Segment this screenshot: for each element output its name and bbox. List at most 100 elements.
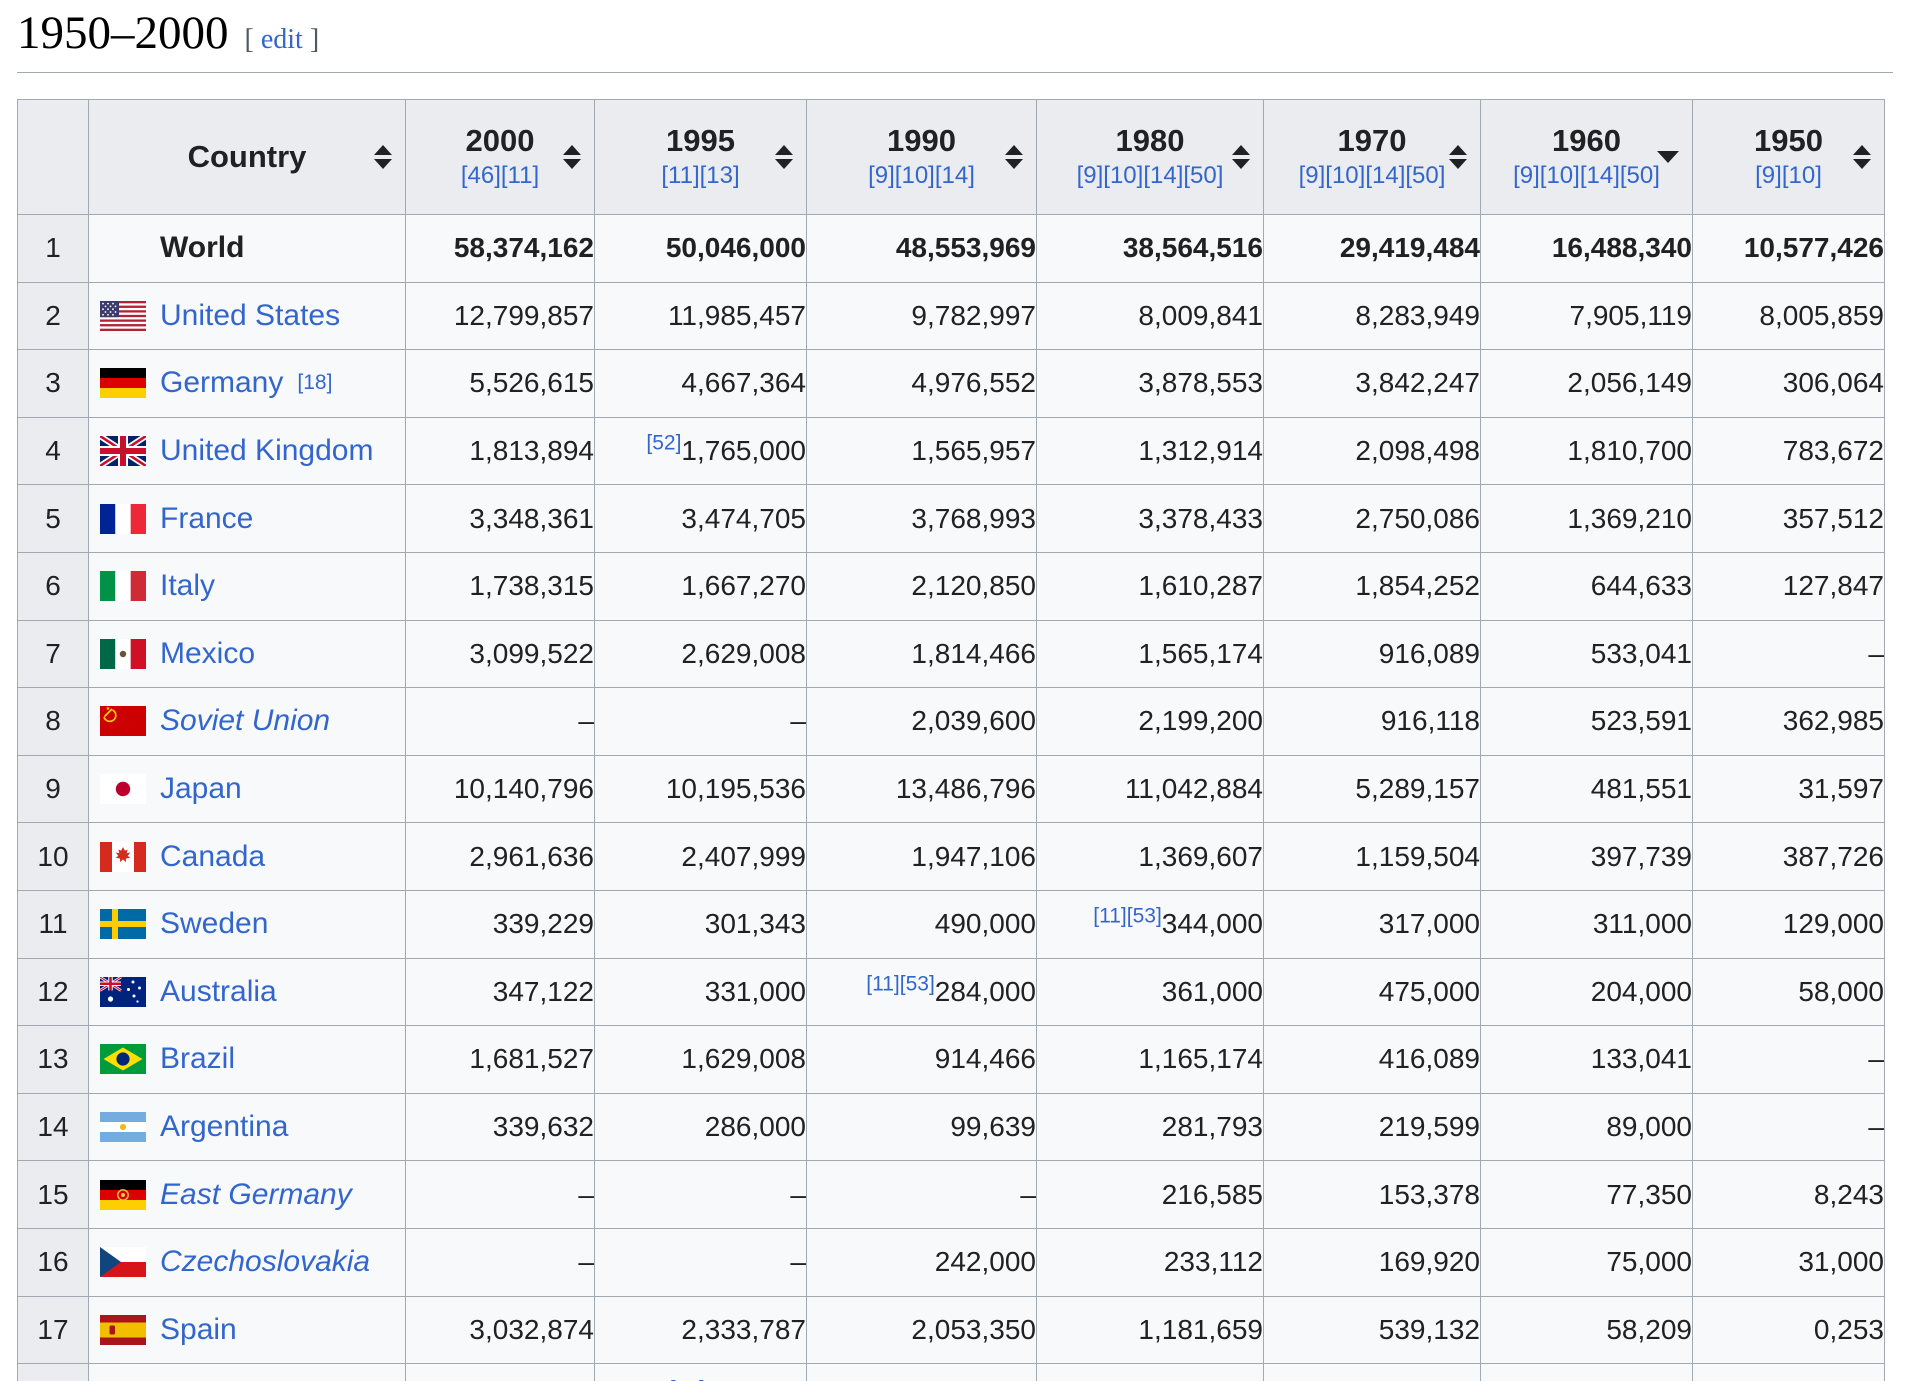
value-cell: 311,000	[1481, 890, 1693, 958]
country-link[interactable]: Spain	[160, 1313, 237, 1347]
table-row: 13Brazil1,681,5271,629,008914,4661,165,1…	[18, 1026, 1885, 1094]
edit-link[interactable]: edit	[261, 24, 303, 55]
value-cell: 347,122	[406, 958, 595, 1026]
country-link[interactable]: Czechoslovakia	[160, 1245, 370, 1279]
country-link[interactable]: Mexico	[160, 637, 255, 671]
value-cell: 301,343	[595, 890, 807, 958]
country-link[interactable]: United Kingdom	[160, 434, 373, 468]
column-header-1970[interactable]: 1970[9][10][14][50]	[1264, 100, 1481, 215]
country-link[interactable]: Sweden	[160, 907, 268, 941]
value-cell: 3,842,247	[1264, 350, 1481, 418]
rank-cell: 10	[18, 823, 89, 891]
country-link[interactable]: Japan	[160, 772, 242, 806]
country-link[interactable]: Canada	[160, 840, 265, 874]
br-flag-icon	[100, 1044, 146, 1074]
au-flag-icon	[100, 977, 146, 1007]
table-row: 9Japan10,140,79610,195,53613,486,79611,0…	[18, 755, 1885, 823]
table-row: 2United States12,799,85711,985,4579,782,…	[18, 282, 1885, 350]
value-cell: 914,466	[807, 1026, 1037, 1094]
value-cell: 110,247	[1037, 1364, 1264, 1381]
value-cell: 362,985	[1693, 688, 1885, 756]
sort-both-icon[interactable]	[1232, 145, 1250, 169]
value-cell: 416,089	[1264, 1026, 1481, 1094]
value-reference-link[interactable]: [11][53]	[1093, 905, 1162, 928]
value-cell: 2,333,787	[595, 1296, 807, 1364]
value-cell: 475,000	[1264, 958, 1481, 1026]
value-cell: –	[807, 1161, 1037, 1229]
value-cell: 1,813,894	[406, 417, 595, 485]
country-link[interactable]: Brazil	[160, 1042, 235, 1076]
column-header-2000[interactable]: 2000[46][11]	[406, 100, 595, 215]
value-cell: 219,599	[1264, 1093, 1481, 1161]
value-cell: 3,378,433	[1037, 485, 1264, 553]
value-cell: 169,920	[1264, 1228, 1481, 1296]
wikipedia-section: 1950–2000[ edit ] Country2000[46][11]199…	[0, 0, 1908, 1381]
value-cell: 4,667,364	[595, 350, 807, 418]
dd-flag-icon	[100, 1180, 146, 1210]
country-link[interactable]: France	[160, 502, 253, 536]
sort-both-icon[interactable]	[1449, 145, 1467, 169]
rank-cell: 2	[18, 282, 89, 350]
country-cell: United Kingdom	[89, 417, 406, 485]
value-cell: –	[1693, 1093, 1885, 1161]
column-reference-links[interactable]: [9][10][14][50]	[1264, 162, 1480, 190]
sort-both-icon[interactable]	[563, 145, 581, 169]
value-cell: 317,000	[1264, 890, 1481, 958]
value-cell: 10,577,426	[1693, 215, 1885, 283]
country-cell: Brazil	[89, 1026, 406, 1094]
production-table: Country2000[46][11]1995[11][13]1990[9][1…	[17, 99, 1885, 1381]
sort-both-icon[interactable]	[1853, 145, 1871, 169]
rank-cell: 17	[18, 1296, 89, 1364]
value-cell: 1,181,659	[1037, 1296, 1264, 1364]
rank-cell: 14	[18, 1093, 89, 1161]
value-cell: [11][53]344,000	[1037, 890, 1264, 958]
country-link[interactable]: Germany	[160, 366, 283, 400]
value-cell: 539,132	[1264, 1296, 1481, 1364]
country-link[interactable]: Australia	[160, 975, 277, 1009]
column-header-1950[interactable]: 1950[9][10]	[1693, 100, 1885, 215]
value-cell: 11,985,457	[595, 282, 807, 350]
country-link[interactable]: Argentina	[160, 1110, 288, 1144]
value-cell: 644,633	[1481, 552, 1693, 620]
column-header-1995[interactable]: 1995[11][13]	[595, 100, 807, 215]
country-cell: Mexico	[89, 620, 406, 688]
column-reference-links[interactable]: [9][10][14][50]	[1037, 162, 1263, 190]
value-cell: 1,165,174	[1037, 1026, 1264, 1094]
column-header-countr[interactable]: Country	[89, 100, 406, 215]
country-cell: France	[89, 485, 406, 553]
column-reference-links[interactable]: [9][10][14]	[807, 162, 1036, 190]
value-cell: 1,814,466	[807, 620, 1037, 688]
value-cell: 58,374,162	[406, 215, 595, 283]
sort-both-icon[interactable]	[374, 145, 392, 169]
value-cell: [51]636,000	[595, 1364, 807, 1381]
country-link[interactable]: Italy	[160, 569, 215, 603]
es-flag-icon	[100, 1315, 146, 1345]
fr-flag-icon	[100, 504, 146, 534]
sort-both-icon[interactable]	[1005, 145, 1023, 169]
cz-flag-icon	[100, 1247, 146, 1277]
column-header-1980[interactable]: 1980[9][10][14][50]	[1037, 100, 1264, 215]
country-cell: Spain	[89, 1296, 406, 1364]
table-row: 4United Kingdom1,813,894[52]1,765,0001,5…	[18, 417, 1885, 485]
value-reference-link[interactable]: [11][53]	[866, 973, 935, 996]
table-row: 1World58,374,16250,046,00048,553,96938,5…	[18, 215, 1885, 283]
value-cell: 286,000	[595, 1093, 807, 1161]
value-cell: 916,089	[1264, 620, 1481, 688]
value-cell: 16,488,340	[1481, 215, 1693, 283]
table-row: 6Italy1,738,3151,667,2702,120,8501,610,2…	[18, 552, 1885, 620]
sort-descending-icon[interactable]	[1657, 151, 1679, 163]
column-header-1960[interactable]: 1960[9][10][14][50]	[1481, 100, 1693, 215]
country-cell: Italy	[89, 552, 406, 620]
country-link[interactable]: East Germany	[160, 1178, 352, 1212]
value-cell: 204,000	[1481, 958, 1693, 1026]
column-header-1990[interactable]: 1990[9][10][14]	[807, 100, 1037, 215]
value-cell: 1,947,106	[807, 823, 1037, 891]
country-link[interactable]: Soviet Union	[160, 704, 330, 738]
value-cell: 38,564,516	[1037, 215, 1264, 283]
country-link[interactable]: United States	[160, 299, 340, 333]
it-flag-icon	[100, 571, 146, 601]
column-reference-links[interactable]: [9][10][14][50]	[1481, 162, 1692, 190]
sort-both-icon[interactable]	[775, 145, 793, 169]
rank-cell: 16	[18, 1228, 89, 1296]
value-reference-link[interactable]: [52]	[646, 432, 681, 455]
